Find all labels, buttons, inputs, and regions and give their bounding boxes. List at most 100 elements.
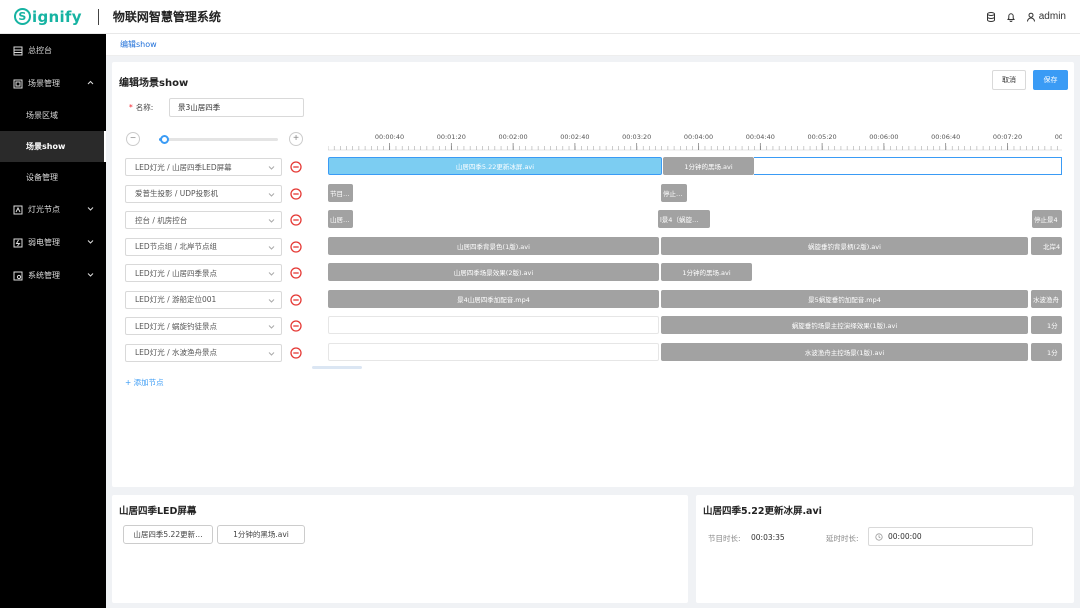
remove-node-icon[interactable]: [290, 214, 302, 226]
delay-time-input[interactable]: 00:00:00: [868, 527, 1033, 546]
delay-label: 延时时长:: [826, 534, 859, 543]
ruler-tick-label: 00:08:00: [1055, 133, 1062, 141]
sidebar-item-scene-area[interactable]: 场景区域: [0, 100, 106, 131]
top-header: S ignify 物联网智慧管理系统 admin: [0, 0, 1080, 34]
name-input[interactable]: [169, 98, 304, 117]
header-divider: [97, 8, 99, 25]
remove-node-icon[interactable]: [290, 187, 302, 200]
cancel-button[interactable]: 取消: [992, 70, 1026, 90]
timeline-clip[interactable]: 山居四季场景效果(2版).avi: [328, 263, 659, 281]
timeline-track: 山居四季5.22更新冰屏.avi 1分钟的黑场.avi: [328, 156, 1062, 176]
user-icon: [1026, 12, 1036, 22]
chevron-down-icon: [268, 244, 275, 251]
remove-node-icon[interactable]: [290, 293, 302, 306]
node-select[interactable]: LED灯光 / 游船定位001: [125, 290, 282, 309]
timeline-clip[interactable]: 水波渔舟: [1031, 289, 1062, 308]
led-panel-title: 山居四季LED屏幕: [119, 506, 197, 517]
remove-node-icon[interactable]: [290, 346, 302, 359]
timeline-clip[interactable]: 1分: [1031, 316, 1062, 334]
chevron-down-icon: [268, 217, 275, 224]
database-icon[interactable]: [986, 11, 996, 22]
remove-node-icon[interactable]: [290, 320, 302, 332]
sidebar-item-label: 场景管理: [28, 79, 60, 88]
timeline-clip[interactable]: 节目…: [328, 183, 353, 202]
timeline-track: 节目… 停止…: [328, 183, 1062, 203]
timeline-clip[interactable]: 1分钟的黑场.avi: [661, 263, 752, 281]
sidebar-item-scene-management[interactable]: 场景管理: [0, 67, 106, 100]
sidebar-item-scene-show[interactable]: 场景show: [0, 131, 106, 162]
logo-mark: S: [14, 8, 31, 25]
ruler-tick-label: 00:04:00: [684, 133, 713, 141]
timeline-track: 山居… l景4（蜗旋… 停止景4: [328, 209, 1062, 229]
breadcrumb-current[interactable]: 编辑show: [120, 39, 157, 50]
sidebar-item-weak-current[interactable]: 弱电管理: [0, 226, 106, 259]
ruler-tick-label: 00:05:20: [807, 133, 836, 141]
user-menu[interactable]: admin: [1026, 11, 1066, 22]
timeline-ruler: 00:00:40 00:01:20 00:02:00 00:02:40 00:03:20…: [328, 133, 1062, 151]
page-title: 编辑场景show: [119, 78, 189, 89]
timeline-clip[interactable]: 山居四季背景色(1版).avi: [328, 236, 659, 255]
timeline-clip[interactable]: 山居四季5.22更新冰屏.avi: [328, 157, 662, 175]
zoom-out-button[interactable]: −: [126, 132, 140, 146]
timeline-track: 景4山居四季加配音.mp4 景5蜗旋垂钓加配音.mp4 水波渔舟: [328, 289, 1062, 309]
node-select[interactable]: LED灯光 / 水波渔舟景点: [125, 343, 282, 362]
remove-node-icon[interactable]: [290, 240, 302, 253]
timeline-clip[interactable]: 1分: [1031, 342, 1062, 361]
node-select[interactable]: LED灯光 / 山居四季LED屏幕: [125, 158, 282, 176]
node-select-value: LED灯光 / 水波渔舟景点: [135, 348, 217, 357]
timeline-empty-slot[interactable]: [328, 342, 659, 361]
chevron-down-icon: [87, 238, 94, 245]
ruler-tick-label: 00:04:40: [746, 133, 775, 141]
ruler-tick-label: 00:06:40: [931, 133, 960, 141]
sidebar-item-light-nodes[interactable]: 灯光节点: [0, 193, 106, 226]
timeline-clip[interactable]: 山居…: [328, 210, 353, 228]
timeline-clip[interactable]: 蜗旋垂钓场景主控演绎效果(1版).avi: [661, 316, 1028, 334]
light-icon: [13, 205, 23, 215]
chevron-down-icon: [268, 191, 275, 198]
delay-value: 00:00:00: [888, 532, 922, 541]
clip-chip[interactable]: 山居四季5.22更新…: [123, 525, 213, 544]
node-select[interactable]: 控台 / 机房控台: [125, 211, 282, 229]
save-button[interactable]: 保存: [1033, 70, 1068, 90]
zoom-in-button[interactable]: +: [289, 132, 303, 146]
bell-icon[interactable]: [1006, 12, 1016, 22]
timeline-clip[interactable]: 停止…: [661, 183, 687, 202]
timeline-scrollbar[interactable]: [312, 366, 362, 369]
name-label: * 名称:: [129, 102, 153, 113]
add-node-link[interactable]: + 添加节点: [125, 377, 164, 388]
timeline-clip[interactable]: 停止景4: [1032, 210, 1062, 228]
logo-text: ignify: [32, 7, 82, 26]
timeline-clip[interactable]: 景5蜗旋垂钓加配音.mp4: [661, 289, 1028, 308]
node-select[interactable]: LED节点组 / 北岸节点组: [125, 237, 282, 256]
node-select[interactable]: LED灯光 / 山居四季景点: [125, 264, 282, 282]
timeline-clip[interactable]: 1分钟的黑场.avi: [663, 157, 754, 175]
chevron-down-icon: [268, 297, 275, 304]
edit-show-panel: 编辑场景show 取消 保存 *名称: − + LED灯光 / 山居四季LED屏…: [112, 62, 1074, 487]
signify-logo[interactable]: S ignify: [14, 8, 82, 26]
sidebar-item-device-management[interactable]: 设备管理: [0, 162, 106, 193]
chevron-up-icon: [87, 79, 94, 86]
clip-chip[interactable]: 1分钟的黑场.avi: [217, 525, 305, 544]
timeline-empty-slot[interactable]: [328, 316, 659, 334]
timeline-clip[interactable]: 水波渔舟主控场景(1版).avi: [661, 342, 1028, 361]
chevron-down-icon: [268, 164, 275, 171]
sidebar-item-dashboard[interactable]: 总控台: [0, 34, 106, 67]
zoom-slider-track[interactable]: [159, 138, 278, 141]
zoom-slider-handle[interactable]: [160, 135, 170, 144]
remove-node-icon[interactable]: [290, 267, 302, 279]
sidebar-item-label: 灯光节点: [28, 205, 60, 214]
node-select[interactable]: LED灯光 / 蜗旋钓徒景点: [125, 317, 282, 335]
clip-detail-panel: 山居四季5.22更新冰屏.avi 节目时长: 00:03:35 延时时长: 00…: [696, 495, 1074, 603]
timeline-clip[interactable]: 蜗旋垂钓背景柄(2版).avi: [661, 236, 1028, 255]
timeline-clip[interactable]: l景4（蜗旋…: [658, 210, 710, 228]
node-select[interactable]: 爱普生投影 / UDP投影机: [125, 184, 282, 203]
sidebar-item-system-management[interactable]: 系统管理: [0, 259, 106, 292]
node-select-value: LED灯光 / 蜗旋钓徒景点: [135, 321, 217, 331]
ruler-tick-label: 00:01:20: [437, 133, 466, 141]
remove-node-icon[interactable]: [290, 161, 302, 173]
sidebar: 总控台 场景管理 场景区域 场景show 设备管理 灯光节点 弱电管理 系统管理: [0, 34, 106, 608]
timeline-clip[interactable]: 景4山居四季加配音.mp4: [328, 289, 659, 308]
ruler-tick-label: 00:03:20: [622, 133, 651, 141]
chevron-down-icon: [268, 270, 275, 277]
timeline-clip[interactable]: 北岸4: [1031, 236, 1062, 255]
